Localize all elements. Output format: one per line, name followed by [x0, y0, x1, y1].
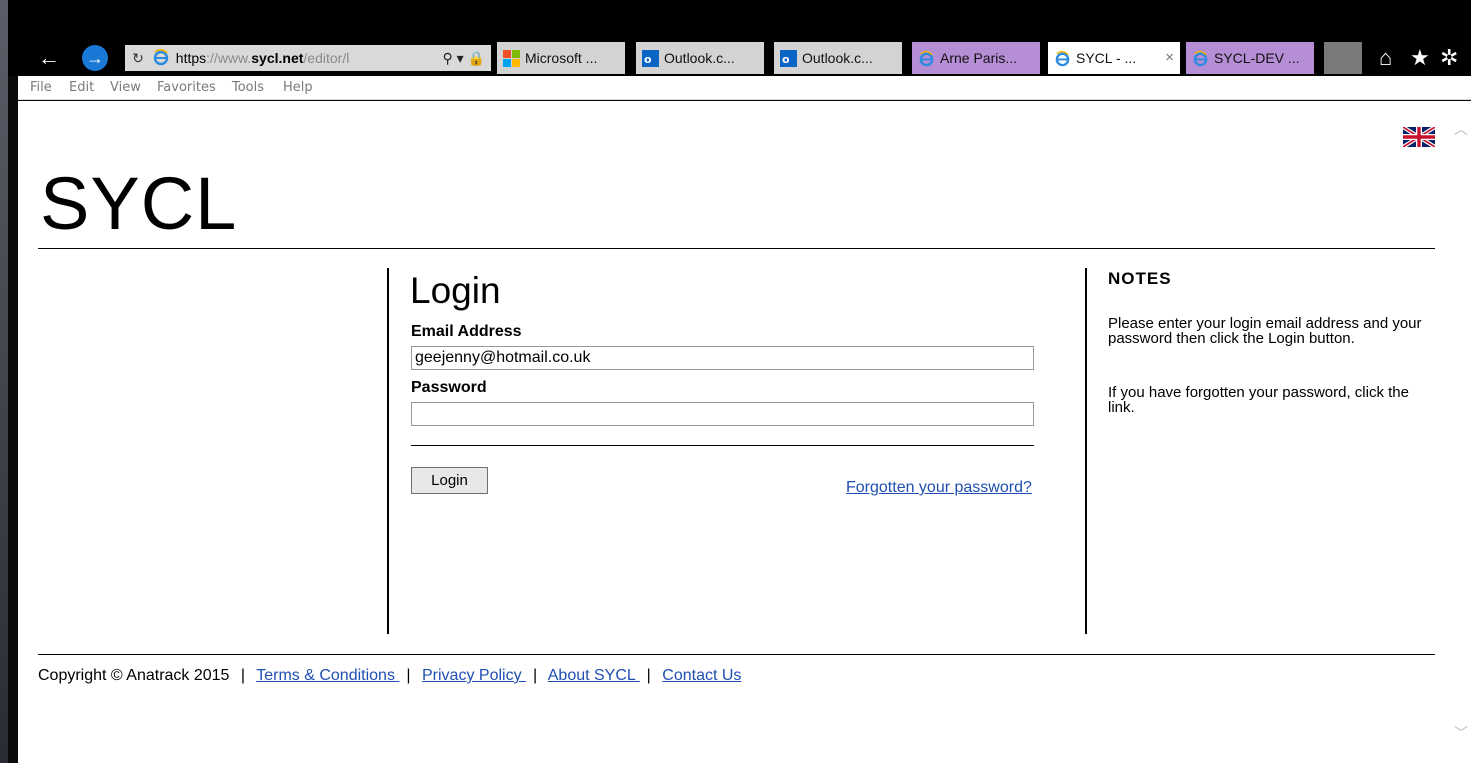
- address-bar[interactable]: ↻ https://www.sycl.net/editor/l ⚲ ▾ 🔒: [125, 45, 491, 71]
- notes-paragraph: Please enter your login email address an…: [1108, 315, 1422, 347]
- menu-view[interactable]: View: [110, 80, 141, 95]
- tab-label: SYCL - ...: [1076, 50, 1137, 66]
- url-path: /editor/l: [303, 50, 350, 66]
- tab-label: SYCL-DEV ...: [1214, 50, 1300, 66]
- header-divider: [38, 248, 1435, 249]
- menu-help[interactable]: Help: [283, 80, 313, 95]
- search-icon[interactable]: ⚲: [442, 50, 452, 66]
- back-arrow-icon[interactable]: ←: [36, 45, 62, 71]
- refresh-icon[interactable]: ↻: [130, 45, 146, 71]
- home-icon[interactable]: ⌂: [1379, 44, 1392, 72]
- uk-flag-icon[interactable]: [1403, 127, 1435, 147]
- tab-microsoft[interactable]: Microsoft ...: [497, 42, 625, 74]
- about-link[interactable]: About SYCL: [548, 667, 640, 684]
- page-title: Login: [410, 270, 501, 311]
- outlook-icon: o: [780, 50, 797, 67]
- column-divider-right: [1085, 268, 1087, 634]
- notes-paragraph: If you have forgotten your password, cli…: [1108, 384, 1409, 416]
- terms-link[interactable]: Terms & Conditions: [256, 667, 399, 684]
- password-field[interactable]: [411, 402, 1034, 426]
- ie-icon: [1193, 50, 1208, 67]
- privacy-link[interactable]: Privacy Policy: [422, 667, 526, 684]
- browser-toolbar: ← → ↻ https://www.sycl.net/editor/l ⚲ ▾ …: [8, 40, 1471, 76]
- email-label: Email Address: [411, 323, 522, 340]
- lock-icon[interactable]: 🔒: [468, 50, 485, 66]
- tab-sycl-active[interactable]: SYCL - ... ×: [1048, 42, 1180, 74]
- url-scheme: https: [175, 50, 207, 66]
- svg-text:o: o: [782, 53, 790, 66]
- footer-separator: |: [646, 667, 651, 684]
- menu-favorites[interactable]: Favorites: [157, 80, 216, 95]
- scroll-down-icon[interactable]: ﹀: [1454, 723, 1468, 743]
- footer-divider: [38, 654, 1435, 655]
- page-content: ︿ ﹀ SYCL Login Email Address Password Lo…: [18, 101, 1471, 763]
- tab-label: Microsoft ...: [525, 50, 598, 66]
- menu-file[interactable]: File: [30, 80, 52, 95]
- tab-outlook-1[interactable]: o Outlook.c...: [636, 42, 764, 74]
- ie-icon: [153, 48, 169, 66]
- menu-bar: File Edit View Favorites Tools Help: [18, 76, 1471, 100]
- footer-separator: |: [240, 667, 246, 684]
- column-divider-left: [387, 268, 389, 634]
- tab-label: Outlook.c...: [664, 50, 735, 66]
- tab-outlook-2[interactable]: o Outlook.c...: [774, 42, 902, 74]
- contact-link[interactable]: Contact Us: [662, 667, 741, 684]
- site-logo: SYCL: [40, 162, 238, 245]
- outlook-icon: o: [642, 50, 659, 67]
- ie-icon: [919, 50, 934, 67]
- scroll-up-icon[interactable]: ︿: [1454, 119, 1468, 139]
- menu-tools[interactable]: Tools: [232, 80, 264, 95]
- menu-edit[interactable]: Edit: [69, 80, 94, 95]
- new-tab-button[interactable]: [1324, 42, 1362, 74]
- tab-label: Outlook.c...: [802, 50, 873, 66]
- favorites-star-icon[interactable]: ★: [1410, 44, 1430, 72]
- copyright-text: Copyright © Anatrack 2015: [38, 667, 230, 684]
- microsoft-logo-icon: [503, 50, 520, 67]
- dropdown-icon[interactable]: ▾: [457, 50, 464, 66]
- email-field[interactable]: [411, 346, 1034, 370]
- tab-sycl-dev[interactable]: SYCL-DEV ...: [1186, 42, 1314, 74]
- notes-title: NOTES: [1108, 269, 1172, 288]
- form-divider: [411, 445, 1034, 446]
- footer: Copyright © Anatrack 2015 | Terms & Cond…: [38, 667, 741, 685]
- footer-separator: |: [406, 667, 411, 684]
- forward-arrow-icon[interactable]: →: [82, 45, 108, 71]
- window-edge: [0, 0, 8, 763]
- tab-label: Arne Paris...: [940, 50, 1018, 66]
- address-tools: ⚲ ▾ 🔒: [442, 45, 485, 71]
- close-tab-icon[interactable]: ×: [1165, 42, 1174, 74]
- title-strip: [8, 0, 1471, 40]
- forgot-password-link[interactable]: Forgotten your password?: [846, 479, 1032, 497]
- tab-arne-paris[interactable]: Arne Paris...: [912, 42, 1040, 74]
- ie-icon: [1055, 50, 1070, 67]
- footer-separator: |: [533, 667, 538, 684]
- gear-icon[interactable]: ✲: [1440, 44, 1458, 72]
- svg-text:o: o: [644, 53, 652, 66]
- url-separator: ://: [206, 50, 218, 66]
- password-label: Password: [411, 379, 487, 396]
- url-prefix: www.: [217, 50, 252, 66]
- url-host: sycl.net: [251, 50, 304, 66]
- login-button[interactable]: Login: [411, 467, 488, 494]
